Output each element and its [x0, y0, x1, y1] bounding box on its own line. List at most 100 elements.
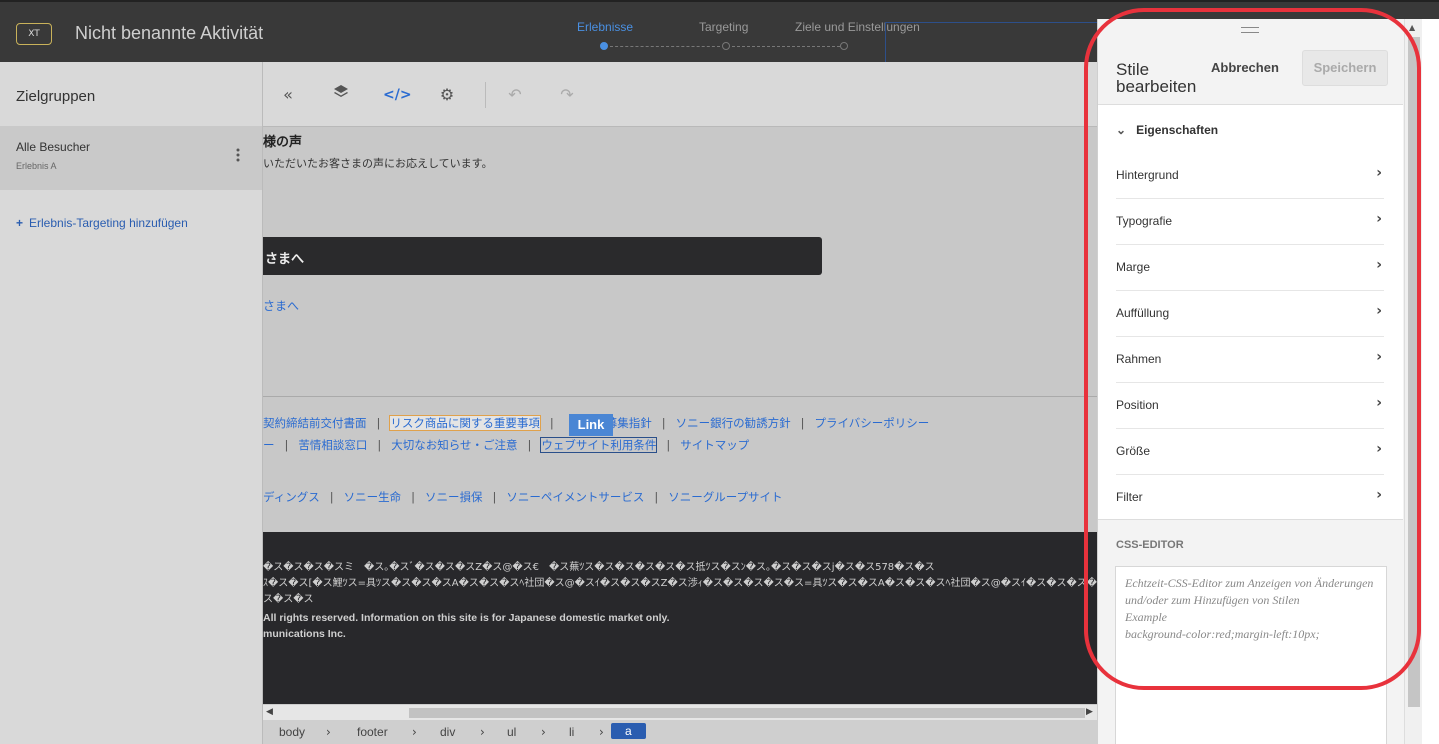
- undo-icon[interactable]: ↶: [504, 84, 526, 106]
- site-footer[interactable]: �ス�ス�ス�スミ �ス｡�スﾞ�ス�ス�スZ�ス@�ス€ �ス蕪ﾂス�ス�ス�…: [263, 532, 1097, 704]
- property-label: Position: [1116, 398, 1159, 412]
- scroll-up-icon[interactable]: ▲: [1409, 23, 1415, 32]
- chevron-right-icon: ›: [1376, 395, 1382, 411]
- chevron-right-icon: ›: [412, 725, 417, 739]
- crumb-ul[interactable]: ul: [507, 725, 516, 739]
- property-label: Filter: [1116, 490, 1143, 504]
- property-label: Rahmen: [1116, 352, 1162, 366]
- group-link[interactable]: ソニー生命: [344, 490, 402, 504]
- properties-card: ⌄ Eigenschaften Hintergrund › Typografie …: [1098, 104, 1403, 520]
- property-label: Größe: [1116, 444, 1151, 458]
- css-editor-textarea[interactable]: Echtzeit-CSS-Editor zum Anzeigen von Änd…: [1115, 566, 1387, 744]
- footer-link[interactable]: ー: [263, 438, 275, 452]
- panel-scroll-thumb[interactable]: [1408, 37, 1420, 707]
- add-targeting-label: Erlebnis-Targeting hinzufügen: [29, 216, 188, 230]
- chevron-right-icon: ›: [1376, 441, 1382, 457]
- horizontal-scrollbar[interactable]: ◀ ▶: [263, 704, 1097, 720]
- activity-title[interactable]: Nicht benannte Aktivität: [75, 23, 263, 44]
- step-targeting[interactable]: Targeting: [699, 20, 748, 34]
- section-heading: 様の声: [263, 135, 303, 150]
- chevron-right-icon: ›: [541, 725, 546, 739]
- footer-garbled-line: �ス�ス�ス�スミ �ス｡�スﾞ�ス�ス�スZ�ス@�ス€ �ス蕪ﾂス�ス�ス�…: [263, 562, 935, 573]
- group-link[interactable]: ソニーグループサイト: [668, 490, 782, 504]
- step-line-2: [732, 46, 840, 47]
- crumb-li[interactable]: li: [569, 725, 574, 739]
- section-label: Eigenschaften: [1136, 123, 1219, 137]
- step-erlebnisse[interactable]: Erlebnisse: [577, 20, 633, 34]
- footer-company: munications Inc.: [263, 628, 346, 640]
- property-groesse[interactable]: Größe ›: [1116, 429, 1384, 475]
- crumb-div[interactable]: div: [440, 725, 455, 739]
- footer-link-hovered[interactable]: ウェブサイト利用条件: [540, 437, 658, 453]
- step-dot-2: [722, 42, 730, 50]
- scroll-right-icon[interactable]: ▶: [1086, 707, 1093, 717]
- group-links-row: ディングス | ソニー生命 | ソニー損保 | ソニーペイメントサービス | ソニーグループサイ…: [263, 490, 783, 504]
- step-dot-1: [600, 42, 608, 50]
- audience-item[interactable]: Alle Besucher Erlebnis A: [0, 126, 262, 190]
- cancel-button[interactable]: Abbrechen: [1211, 60, 1279, 75]
- audience-name: Alle Besucher: [16, 140, 91, 154]
- black-banner-text: さまへ: [265, 252, 305, 267]
- redo-icon[interactable]: ↷: [556, 84, 578, 106]
- section-subtext: いただいたお客さまの声にお応えしています。: [263, 157, 493, 170]
- save-button[interactable]: Speichern: [1302, 50, 1388, 86]
- footer-link[interactable]: 大切なお知らせ・ご注意: [391, 438, 517, 452]
- footer-link[interactable]: サイトマップ: [680, 438, 749, 452]
- audience-experience: Erlebnis A: [16, 161, 57, 171]
- crumb-footer[interactable]: footer: [357, 725, 388, 739]
- layers-icon[interactable]: [330, 84, 352, 106]
- toolbar-divider: [485, 82, 486, 108]
- link-element-badge: Link: [569, 414, 613, 436]
- chevron-right-icon: ›: [1376, 349, 1382, 365]
- chevron-right-icon: ›: [480, 725, 485, 739]
- footer-link[interactable]: 契約締結前交付書面: [263, 416, 367, 430]
- window-edge: [1422, 19, 1439, 744]
- crumb-a-active[interactable]: a: [611, 723, 646, 739]
- property-marge[interactable]: Marge ›: [1116, 245, 1384, 291]
- property-auffuellung[interactable]: Auffüllung ›: [1116, 291, 1384, 337]
- chevron-right-icon: ›: [599, 725, 604, 739]
- footer-link[interactable]: ソニー銀行の勧誘方針: [676, 416, 791, 430]
- add-targeting-link[interactable]: + Erlebnis-Targeting hinzufügen: [16, 216, 188, 230]
- group-link[interactable]: ソニー損保: [425, 490, 483, 504]
- footer-garbled-line: ス�ス�ス: [263, 594, 314, 605]
- footer-link-selected[interactable]: リスク商品に関する重要事項: [389, 415, 541, 431]
- footer-link[interactable]: 苦情相談窓口: [298, 438, 367, 452]
- panel-title: Stile bearbeiten: [1116, 60, 1197, 96]
- code-icon[interactable]: </>: [383, 84, 412, 106]
- property-rahmen[interactable]: Rahmen ›: [1116, 337, 1384, 383]
- more-options-icon[interactable]: [233, 148, 243, 166]
- audiences-title: Zielgruppen: [16, 88, 96, 105]
- dom-breadcrumb: body › footer › div › ul › li › a: [263, 720, 1097, 744]
- scroll-left-icon[interactable]: ◀: [266, 707, 273, 717]
- collapse-icon[interactable]: «: [277, 84, 299, 106]
- chevron-right-icon: ›: [1376, 211, 1382, 227]
- group-link[interactable]: ディングス: [263, 490, 320, 504]
- audiences-panel: Zielgruppen Alle Besucher Erlebnis A + Er…: [0, 62, 263, 744]
- chevron-right-icon: ›: [1376, 165, 1382, 181]
- property-position[interactable]: Position ›: [1116, 383, 1384, 429]
- property-label: Auffüllung: [1116, 306, 1170, 320]
- footer-copyright: All rights reserved. Information on this…: [263, 612, 670, 624]
- black-banner[interactable]: さまへ: [263, 237, 822, 275]
- footer-link[interactable]: プライバシーポリシー: [815, 416, 930, 430]
- property-hintergrund[interactable]: Hintergrund ›: [1116, 153, 1384, 199]
- plus-icon: +: [16, 216, 24, 230]
- settings-icon[interactable]: ⚙: [436, 84, 458, 106]
- property-label: Hintergrund: [1116, 168, 1179, 182]
- panel-scrollbar[interactable]: ▲: [1404, 19, 1422, 744]
- property-typografie[interactable]: Typografie ›: [1116, 199, 1384, 245]
- group-link[interactable]: ソニーペイメントサービス: [506, 490, 644, 504]
- selection-outline: [885, 22, 1101, 64]
- edit-styles-panel: Stile bearbeiten Abbrechen Speichern ⌄ Ei…: [1097, 19, 1404, 744]
- drag-handle-icon[interactable]: [1241, 27, 1259, 33]
- chevron-right-icon: ›: [1376, 303, 1382, 319]
- scroll-thumb[interactable]: [409, 708, 1085, 718]
- property-filter[interactable]: Filter ›: [1116, 475, 1384, 521]
- content-link[interactable]: さまへ: [263, 297, 299, 314]
- property-label: Marge: [1116, 260, 1151, 274]
- crumb-body[interactable]: body: [279, 725, 305, 739]
- properties-section-header[interactable]: ⌄ Eigenschaften: [1116, 123, 1218, 137]
- editor-toolbar: « </> ⚙ ↶ ↷: [263, 62, 1097, 127]
- page-preview[interactable]: 様の声 いただいたお客さまの声にお応えしています。 さまへ さまへ 契約締結前交…: [263, 127, 1097, 704]
